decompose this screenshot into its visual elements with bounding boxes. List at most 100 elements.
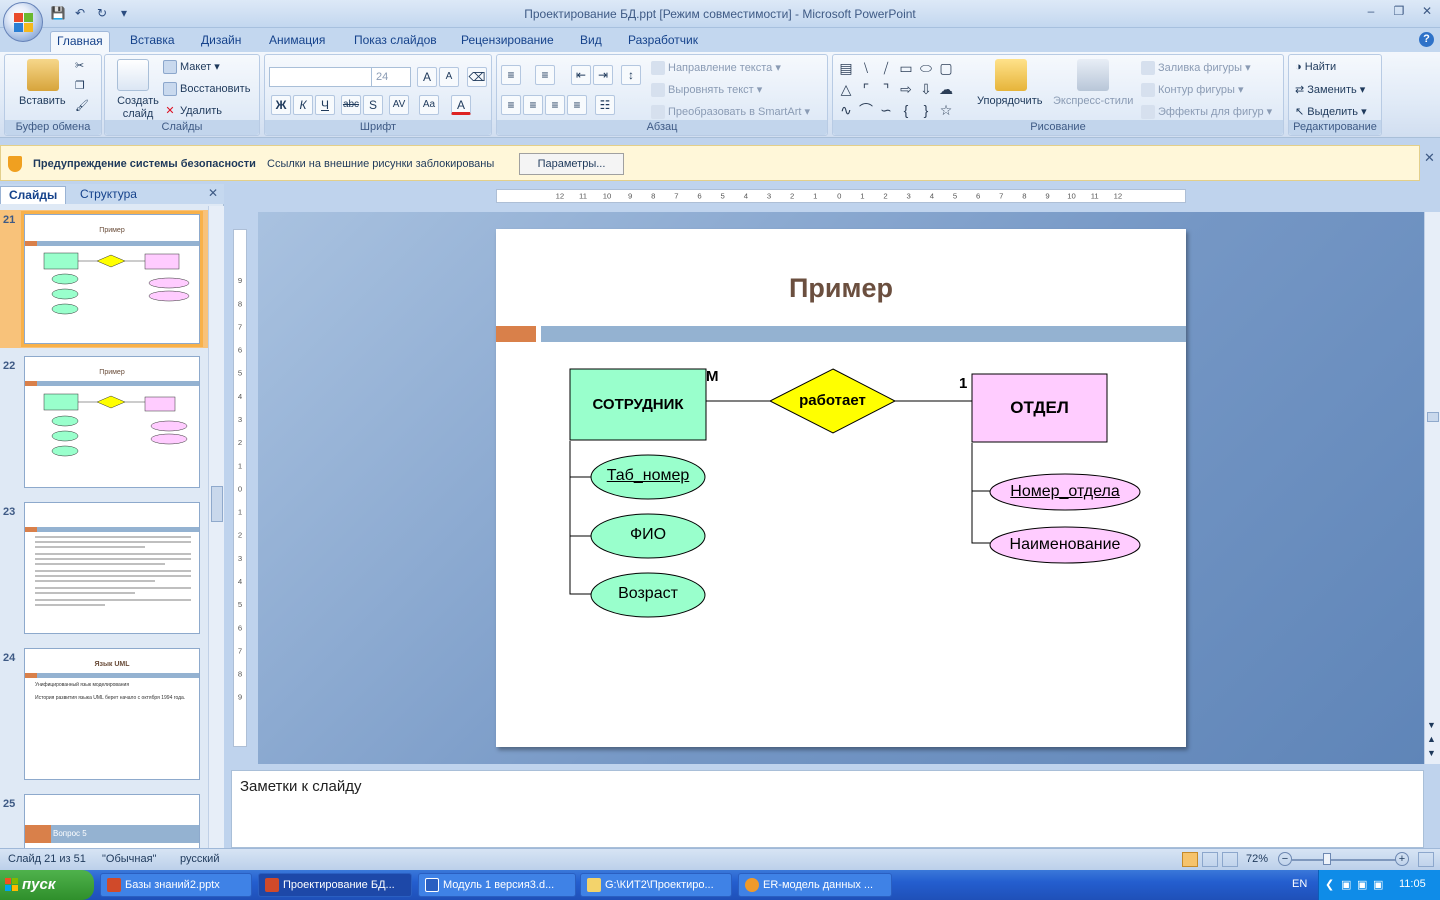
- office-button[interactable]: [3, 2, 43, 42]
- taskbar-item[interactable]: G:\КИТ2\Проектиро...: [580, 873, 732, 897]
- panel-scrollbar[interactable]: [208, 206, 224, 848]
- cut-icon[interactable]: ✂: [75, 59, 84, 72]
- slide-thumbnail[interactable]: Пример: [24, 356, 200, 488]
- down-arrow-shape-icon[interactable]: ⇩: [917, 80, 935, 98]
- strike-icon[interactable]: abc: [341, 95, 361, 115]
- align-center-icon[interactable]: ≡: [523, 95, 543, 115]
- curve-shape-icon[interactable]: ∿: [837, 101, 855, 119]
- zoom-level[interactable]: 72%: [1246, 853, 1268, 865]
- thumbnail-row-25[interactable]: 25 Вопрос 5: [0, 794, 208, 848]
- smartart-button[interactable]: Преобразовать в SmartArt ▾: [651, 105, 810, 120]
- connector-line[interactable]: [971, 443, 991, 544]
- thumbnail-row-23[interactable]: 23: [0, 502, 208, 640]
- star-shape-icon[interactable]: ☆: [937, 101, 955, 119]
- taskbar-item[interactable]: ER-модель данных ...: [738, 873, 892, 897]
- thumbnail-row-22[interactable]: 22 Пример: [0, 356, 208, 494]
- right-arrow-shape-icon[interactable]: ⇨: [897, 80, 915, 98]
- slide-canvas[interactable]: Пример СОТРУДНИК работает ОТДЕЛ М 1 Таб_…: [496, 229, 1186, 747]
- security-close-icon[interactable]: ✕: [1424, 150, 1435, 166]
- volume-icon[interactable]: ▣: [1357, 878, 1367, 891]
- help-icon[interactable]: ?: [1419, 32, 1434, 47]
- slide-thumbnail[interactable]: Пример: [21, 211, 203, 347]
- notes-pane[interactable]: Заметки к слайду: [231, 770, 1424, 848]
- oval-shape-icon[interactable]: ⬭: [917, 59, 935, 77]
- justify-icon[interactable]: ≡: [567, 95, 587, 115]
- taskbar-item[interactable]: Базы знаний2.pptx: [100, 873, 252, 897]
- next-slide-icon[interactable]: ▼: [1427, 748, 1436, 758]
- shape-effects-button[interactable]: Эффекты для фигур ▾: [1141, 105, 1272, 120]
- delete-slide-button[interactable]: ✕ Удалить: [163, 104, 222, 118]
- zoom-slider-knob[interactable]: [1323, 853, 1331, 865]
- select-button[interactable]: ↖ Выделить ▾: [1295, 105, 1367, 118]
- increase-indent-icon[interactable]: ⇥: [593, 65, 613, 85]
- slide-scrollbar[interactable]: ▼ ▲ ▼: [1424, 212, 1440, 764]
- italic-icon[interactable]: К: [293, 95, 313, 115]
- tab-insert[interactable]: Вставка: [124, 31, 181, 52]
- reset-button[interactable]: Восстановить: [163, 82, 250, 96]
- shrink-font-icon[interactable]: A: [439, 67, 459, 87]
- line-spacing-icon[interactable]: ↕: [621, 65, 641, 85]
- elbow-arrow-icon[interactable]: ⌝: [877, 80, 895, 98]
- align-left-icon[interactable]: ≡: [501, 95, 521, 115]
- thumbnail-row-24[interactable]: 24 Язык UML Унифицированный язык моделир…: [0, 648, 208, 786]
- new-slide-button[interactable]: Создать слайд: [113, 95, 163, 121]
- tray-app-icon[interactable]: ▣: [1373, 878, 1383, 891]
- copy-icon[interactable]: ❐: [75, 79, 85, 92]
- minimize-icon[interactable]: –: [1364, 4, 1378, 18]
- slideshow-view-icon[interactable]: [1222, 852, 1238, 867]
- shadow-icon[interactable]: S: [363, 95, 383, 115]
- find-button[interactable]: ◑ Найти: [1295, 61, 1336, 73]
- line-shape-icon[interactable]: ⧵: [857, 59, 875, 77]
- rectangle-shape-icon[interactable]: ▭: [897, 59, 915, 77]
- align-text-button[interactable]: Выровнять текст ▾: [651, 83, 762, 98]
- flowchart-shape-icon[interactable]: ☁: [937, 80, 955, 98]
- triangle-shape-icon[interactable]: △: [837, 80, 855, 98]
- connector-line[interactable]: [569, 441, 592, 595]
- clear-format-icon[interactable]: ⌫: [467, 67, 487, 87]
- tray-arrow-icon[interactable]: ❮: [1325, 878, 1334, 891]
- columns-icon[interactable]: ☷: [595, 95, 615, 115]
- font-size-select[interactable]: 24: [371, 67, 411, 87]
- textbox-shape-icon[interactable]: ▤: [837, 59, 855, 77]
- slide-thumbnail[interactable]: Вопрос 5: [24, 794, 200, 848]
- grow-font-icon[interactable]: A: [417, 67, 437, 87]
- numbering-icon[interactable]: ≡: [535, 65, 555, 85]
- shape-outline-button[interactable]: Контур фигуры ▾: [1141, 83, 1244, 98]
- slide-thumbnail[interactable]: Язык UML Унифицированный язык моделирова…: [24, 648, 200, 780]
- zoom-slider[interactable]: [1292, 859, 1396, 861]
- keyboard-language[interactable]: EN: [1292, 878, 1307, 890]
- replace-button[interactable]: ⇄ Заменить ▾: [1295, 83, 1365, 96]
- underline-icon[interactable]: Ч: [315, 95, 335, 115]
- font-color-icon[interactable]: A: [451, 95, 471, 115]
- right-brace-shape-icon[interactable]: }: [917, 101, 935, 119]
- taskbar-item[interactable]: Проектирование БД...: [258, 873, 412, 897]
- network-icon[interactable]: ▣: [1341, 878, 1351, 891]
- decrease-indent-icon[interactable]: ⇤: [571, 65, 591, 85]
- tab-animation[interactable]: Анимация: [263, 31, 331, 52]
- rounded-rect-shape-icon[interactable]: ▢: [937, 59, 955, 77]
- zoom-in-icon[interactable]: +: [1395, 852, 1409, 866]
- tab-outline[interactable]: Структура: [72, 186, 145, 204]
- tab-slides[interactable]: Слайды: [0, 186, 67, 204]
- change-case-icon[interactable]: Aa: [419, 95, 439, 115]
- panel-scroll-thumb[interactable]: [211, 486, 223, 522]
- tab-view[interactable]: Вид: [574, 31, 608, 52]
- quick-styles-button[interactable]: Экспресс-стили: [1053, 95, 1133, 107]
- tab-design[interactable]: Дизайн: [195, 31, 247, 52]
- bold-icon[interactable]: Ж: [271, 95, 291, 115]
- char-spacing-icon[interactable]: AV: [389, 95, 409, 115]
- arrow-line-shape-icon[interactable]: ⧸: [877, 59, 895, 77]
- zoom-out-icon[interactable]: −: [1278, 852, 1292, 866]
- fit-window-icon[interactable]: [1418, 852, 1434, 867]
- paste-button[interactable]: Вставить: [19, 95, 66, 107]
- tab-developer[interactable]: Разработчик: [622, 31, 704, 52]
- freeform-shape-icon[interactable]: ∽: [877, 101, 895, 119]
- close-icon[interactable]: ✕: [1420, 4, 1434, 18]
- tab-slideshow[interactable]: Показ слайдов: [348, 31, 443, 52]
- language-indicator[interactable]: русский: [180, 853, 219, 865]
- left-brace-shape-icon[interactable]: {: [897, 101, 915, 119]
- arrange-button[interactable]: Упорядочить: [977, 95, 1042, 107]
- slide-thumbnail[interactable]: [24, 502, 200, 634]
- panel-close-icon[interactable]: ✕: [208, 186, 218, 200]
- layout-button[interactable]: Макет ▾: [163, 60, 220, 75]
